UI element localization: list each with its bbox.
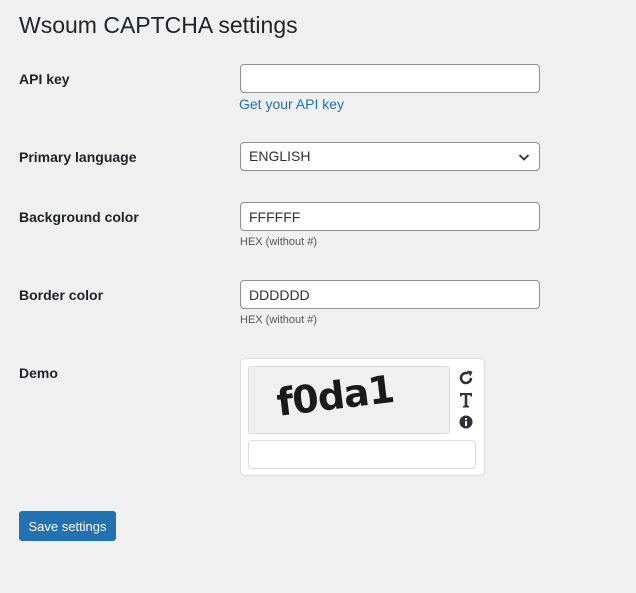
captcha-tools [457,369,475,435]
border-color-hint: HEX (without #) [240,314,318,326]
api-key-input[interactable] [240,64,540,93]
captcha-answer-input[interactable] [248,440,476,469]
text-icon[interactable] [457,391,475,409]
background-color-input[interactable] [240,202,540,231]
demo-label: Demo [19,365,58,381]
primary-language-label: Primary language [19,149,137,165]
border-color-input[interactable] [240,280,540,309]
save-settings-button[interactable]: Save settings [19,511,116,541]
background-color-label: Background color [19,209,139,225]
captcha-demo: f0da1 [240,358,485,476]
primary-language-select[interactable]: ENGLISH [240,142,540,171]
page-title: Wsoum CAPTCHA settings [19,12,298,38]
captcha-image: f0da1 [248,366,450,434]
background-color-hint: HEX (without #) [240,236,318,248]
primary-language-value: ENGLISH [249,148,311,164]
captcha-text: f0da1 [274,366,397,425]
info-icon[interactable] [457,413,475,431]
border-color-label: Border color [19,287,104,303]
api-key-label: API key [19,71,70,87]
get-api-key-link[interactable]: Get your API key [239,95,344,113]
refresh-icon[interactable] [457,369,475,387]
chevron-down-icon [518,154,530,161]
